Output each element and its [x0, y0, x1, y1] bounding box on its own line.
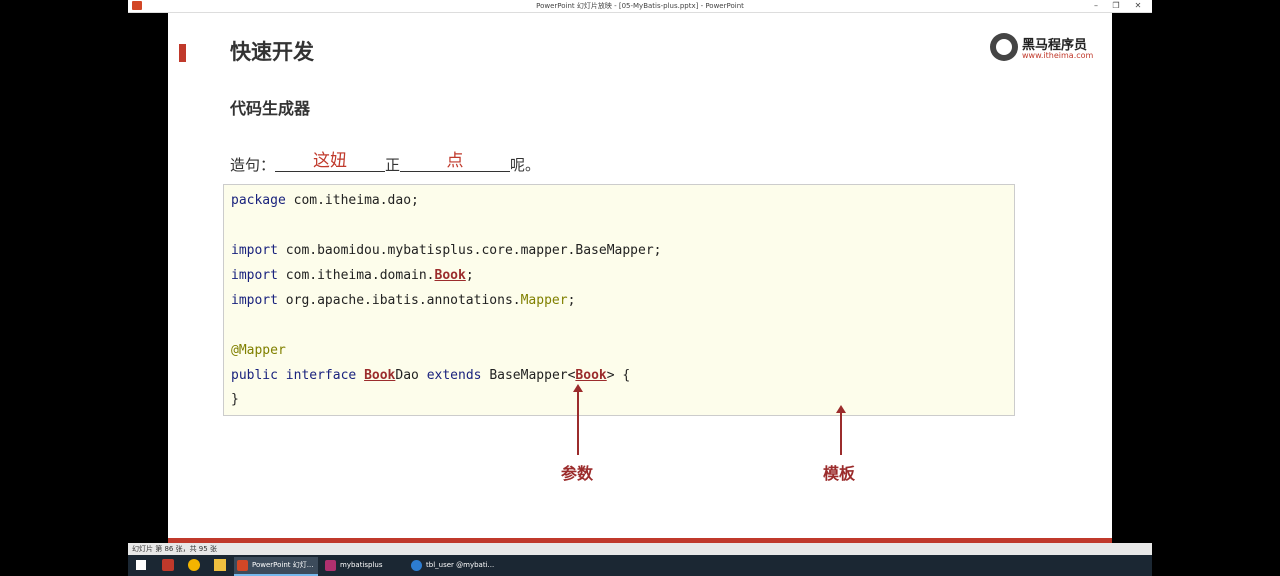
blank-2: 点 [400, 146, 511, 172]
annotation: @Mapper [231, 343, 286, 358]
highlight-book: Book [434, 268, 466, 283]
intellij-icon [325, 560, 336, 571]
blank-1: 这妞 [275, 146, 386, 172]
logo-icon [990, 33, 1018, 61]
code-text: ; [465, 268, 474, 283]
code-text: Dao [395, 368, 427, 383]
example-sentence: 造句： 这妞正点呢。 [230, 150, 540, 176]
code-text: BaseMapper< [481, 368, 576, 383]
slide-counter: 幻灯片 第 86 张，共 95 张 [132, 545, 217, 553]
highlight-book-generic: Book [575, 368, 607, 383]
code-text: com.baomidou.mybatisplus.core.mapper.Bas… [277, 243, 662, 258]
taskbar-label: tbl_user @mybati... [426, 561, 495, 569]
param-arrow [577, 391, 579, 455]
taskbar-label: mybatisplus [340, 561, 383, 569]
template-arrow [840, 412, 842, 455]
chrome-icon[interactable] [188, 559, 200, 571]
annotation-mapper: Mapper [520, 293, 568, 308]
window-title: PowerPoint 幻灯片放映 - [05-MyBatis-plus.pptx… [536, 2, 744, 10]
taskbar-item-db[interactable]: tbl_user @mybati... [408, 557, 506, 574]
powerpoint-icon [237, 560, 248, 571]
code-line-close: } [231, 392, 239, 407]
code-line-import-book: import com.itheima.domain.Book; [231, 268, 474, 283]
keyword: import [231, 268, 278, 283]
taskbar: PowerPoint 幻灯... mybatisplus tbl_user @m… [128, 555, 1152, 576]
code-text: org.apache.ibatis.annotations. [277, 293, 521, 308]
keyword: extends [426, 368, 482, 383]
code-text: com.itheima.domain. [277, 268, 435, 283]
keyword: public [231, 368, 278, 383]
restore-button[interactable]: ❐ [1104, 0, 1128, 12]
folder-icon[interactable] [214, 559, 226, 571]
keyword: interface [285, 368, 357, 383]
status-bar: 幻灯片 第 86 张，共 95 张 [128, 543, 1152, 555]
taskbar-item-idea[interactable]: mybatisplus [322, 557, 410, 574]
start-icon[interactable] [136, 560, 146, 570]
code-line-annotation: @Mapper [231, 343, 286, 358]
taskbar-item-powerpoint[interactable]: PowerPoint 幻灯... [234, 557, 318, 576]
code-text: com.itheima.dao; [285, 193, 419, 208]
code-line-import-mapper: import org.apache.ibatis.annotations.Map… [231, 293, 575, 308]
slide-subtitle: 代码生成器 [230, 99, 311, 118]
code-block: package com.itheima.dao; import com.baom… [223, 184, 1015, 416]
param-label: 参数 [561, 464, 594, 483]
close-button[interactable]: ✕ [1126, 0, 1150, 12]
keyword: import [231, 243, 278, 258]
code-line-interface: public interface BookDao extends BaseMap… [231, 368, 630, 383]
database-icon [411, 560, 422, 571]
code-text: ; [567, 293, 576, 308]
sentence-prefix: 造句： [230, 156, 276, 174]
code-text: > { [606, 368, 631, 383]
template-label: 模板 [823, 464, 856, 483]
keyword: import [231, 293, 278, 308]
app-icon[interactable] [162, 559, 174, 571]
title-accent-bar [179, 44, 186, 62]
highlight-book: Book [364, 368, 396, 383]
itheima-logo: 黑马程序员 www.itheima.com [990, 33, 1094, 63]
sentence-suffix: 呢。 [510, 156, 541, 174]
code-line-import-basemapper: import com.baomidou.mybatisplus.core.map… [231, 243, 661, 258]
window-titlebar: PowerPoint 幻灯片放映 - [05-MyBatis-plus.pptx… [128, 0, 1152, 13]
keyword: package [231, 193, 286, 208]
logo-url: www.itheima.com [1022, 51, 1094, 60]
sentence-middle: 正 [385, 156, 401, 174]
taskbar-label: PowerPoint 幻灯... [252, 561, 314, 569]
slide-title: 快速开发 [230, 40, 314, 64]
code-line-package: package com.itheima.dao; [231, 193, 419, 208]
